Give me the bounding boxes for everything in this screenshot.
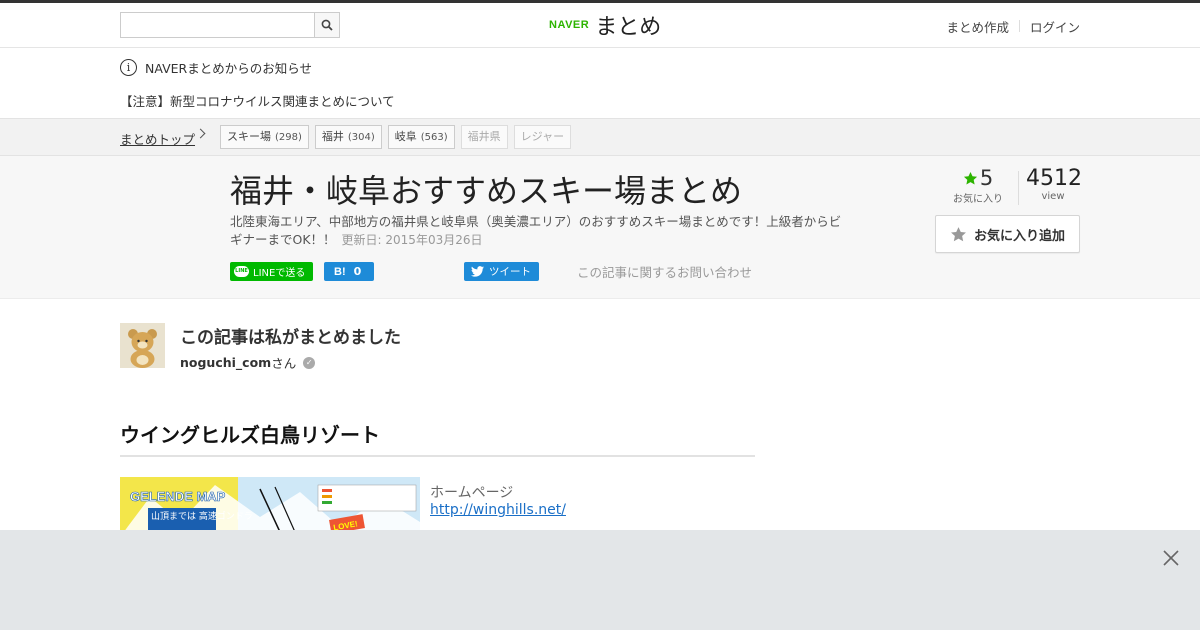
tag-ski-resort[interactable]: スキー場 (298) xyxy=(220,125,309,149)
avatar[interactable] xyxy=(120,323,165,368)
top-bar: NAVER まとめ まとめ作成 ログイン xyxy=(0,0,1200,48)
view-count: 4512 xyxy=(1026,166,1082,191)
tag-fukui-pref[interactable]: 福井県 xyxy=(460,125,508,149)
breadcrumb-top-link[interactable]: まとめトップ xyxy=(120,129,195,148)
view-stat: 4512 view xyxy=(1026,166,1082,202)
tweet-label: ツイート xyxy=(489,266,531,278)
add-favorite-button[interactable]: お気に入り追加 xyxy=(935,215,1080,253)
breadcrumb: まとめトップ スキー場 (298) 福井 (304) 岐阜 (563) 福井県 レジャ… xyxy=(0,118,1200,156)
tag-fukui[interactable]: 福井 (304) xyxy=(314,125,382,149)
star-outline-icon xyxy=(951,226,966,241)
logo-matome: まとめ xyxy=(595,15,662,40)
notice-info-text: NAVERまとめからのお知らせ xyxy=(145,61,312,76)
tweet-button[interactable]: ツイート xyxy=(464,262,539,281)
star-icon xyxy=(963,171,977,184)
tag-label: 福井 xyxy=(321,130,344,143)
ad-overlay xyxy=(0,530,1200,630)
view-label: view xyxy=(1041,191,1065,202)
article-description: 北陸東海エリア、中部地方の福井県と岐阜県（奥美濃エリア）のおすすめスキー場まとめ… xyxy=(230,213,850,249)
link-divider xyxy=(1018,20,1020,32)
gelende-map-image[interactable]: GELENDE MAP 山頂までは 高速ゴンドラ LOVE! xyxy=(120,477,420,537)
login-link[interactable]: ログイン xyxy=(1030,17,1080,36)
logo-naver: NAVER xyxy=(549,19,590,31)
hatena-icon: B! xyxy=(334,265,346,278)
gelende-map-graphic: GELENDE MAP 山頂までは 高速ゴンドラ LOVE! xyxy=(120,477,420,537)
favorite-count-row: 5 xyxy=(950,166,1006,190)
naver-matome-logo[interactable]: NAVER まとめ xyxy=(549,11,662,40)
tag-list: スキー場 (298) 福井 (304) 岐阜 (563) 福井県 レジャー xyxy=(220,125,577,149)
favorite-stat: 5 お気に入り xyxy=(950,166,1006,205)
author-name-row: noguchi_com さん ✓ xyxy=(180,353,316,372)
contact-link[interactable]: この記事に関するお問い合わせ xyxy=(577,262,752,281)
create-matome-link[interactable]: まとめ作成 xyxy=(946,17,1009,36)
add-favorite-label: お気に入り追加 xyxy=(973,228,1065,244)
bear-avatar-image xyxy=(120,323,165,368)
search-button[interactable] xyxy=(314,13,339,37)
hatena-count: 0 xyxy=(353,265,362,278)
tag-leisure[interactable]: レジャー xyxy=(513,125,572,149)
share-buttons: LINE LINEで送る B! 0 ツイート この記事に関するお問い合わせ xyxy=(230,262,752,281)
tag-count: (563) xyxy=(420,132,448,143)
stat-divider xyxy=(1018,171,1019,205)
article-stats: 5 お気に入り 4512 view xyxy=(940,166,1082,206)
author-suffix: さん xyxy=(271,356,297,371)
tag-label: 福井県 xyxy=(467,130,501,143)
tag-gifu[interactable]: 岐阜 (563) xyxy=(387,125,455,149)
notice-covid-link[interactable]: 【注意】新型コロナウイルス関連まとめについて xyxy=(120,91,395,110)
description-text: 北陸東海エリア、中部地方の福井県と岐阜県（奥美濃エリア）のおすすめスキー場まとめ… xyxy=(230,214,842,247)
tag-label: 岐阜 xyxy=(394,130,417,143)
info-icon: i xyxy=(120,59,137,76)
verified-check-icon: ✓ xyxy=(303,356,316,369)
favorite-label: お気に入り xyxy=(953,194,1003,205)
author-heading: この記事は私がまとめました xyxy=(180,328,401,348)
tag-count: (304) xyxy=(347,132,375,143)
notice-info[interactable]: i NAVERまとめからのお知らせ xyxy=(120,58,312,77)
line-share-button[interactable]: LINE LINEで送る xyxy=(230,262,313,281)
search-icon xyxy=(321,19,333,31)
tag-label: スキー場 xyxy=(227,130,271,143)
search-input[interactable] xyxy=(121,13,314,37)
map-title: GELENDE MAP xyxy=(130,489,226,504)
author-name[interactable]: noguchi_com xyxy=(180,355,271,370)
article-header: 福井・岐阜おすすめスキー場まとめ 北陸東海エリア、中部地方の福井県と岐阜県（奥美… xyxy=(0,156,1200,299)
homepage-link[interactable]: http://winghills.net/ xyxy=(430,502,566,518)
tag-count: (298) xyxy=(275,132,302,143)
map-subtitle: 山頂までは 高速ゴンドラ xyxy=(151,510,253,522)
updated-date: 更新日: 2015年03月26日 xyxy=(341,233,483,247)
search-box xyxy=(120,12,340,38)
section-heading: ウイングヒルズ白鳥リゾート xyxy=(120,419,755,457)
twitter-bird-icon xyxy=(471,266,484,277)
favorite-count: 5 xyxy=(979,166,994,190)
close-icon[interactable] xyxy=(1162,549,1180,567)
line-icon: LINE xyxy=(234,266,249,277)
homepage-label: ホームページ xyxy=(430,485,514,501)
hatena-bookmark-button[interactable]: B! 0 xyxy=(324,262,374,281)
page-title: 福井・岐阜おすすめスキー場まとめ xyxy=(230,172,743,210)
tag-label: レジャー xyxy=(520,130,565,143)
top-links: まとめ作成 ログイン xyxy=(946,17,1080,36)
line-share-label: LINEで送る xyxy=(253,268,306,279)
chevron-right-icon xyxy=(195,128,206,139)
